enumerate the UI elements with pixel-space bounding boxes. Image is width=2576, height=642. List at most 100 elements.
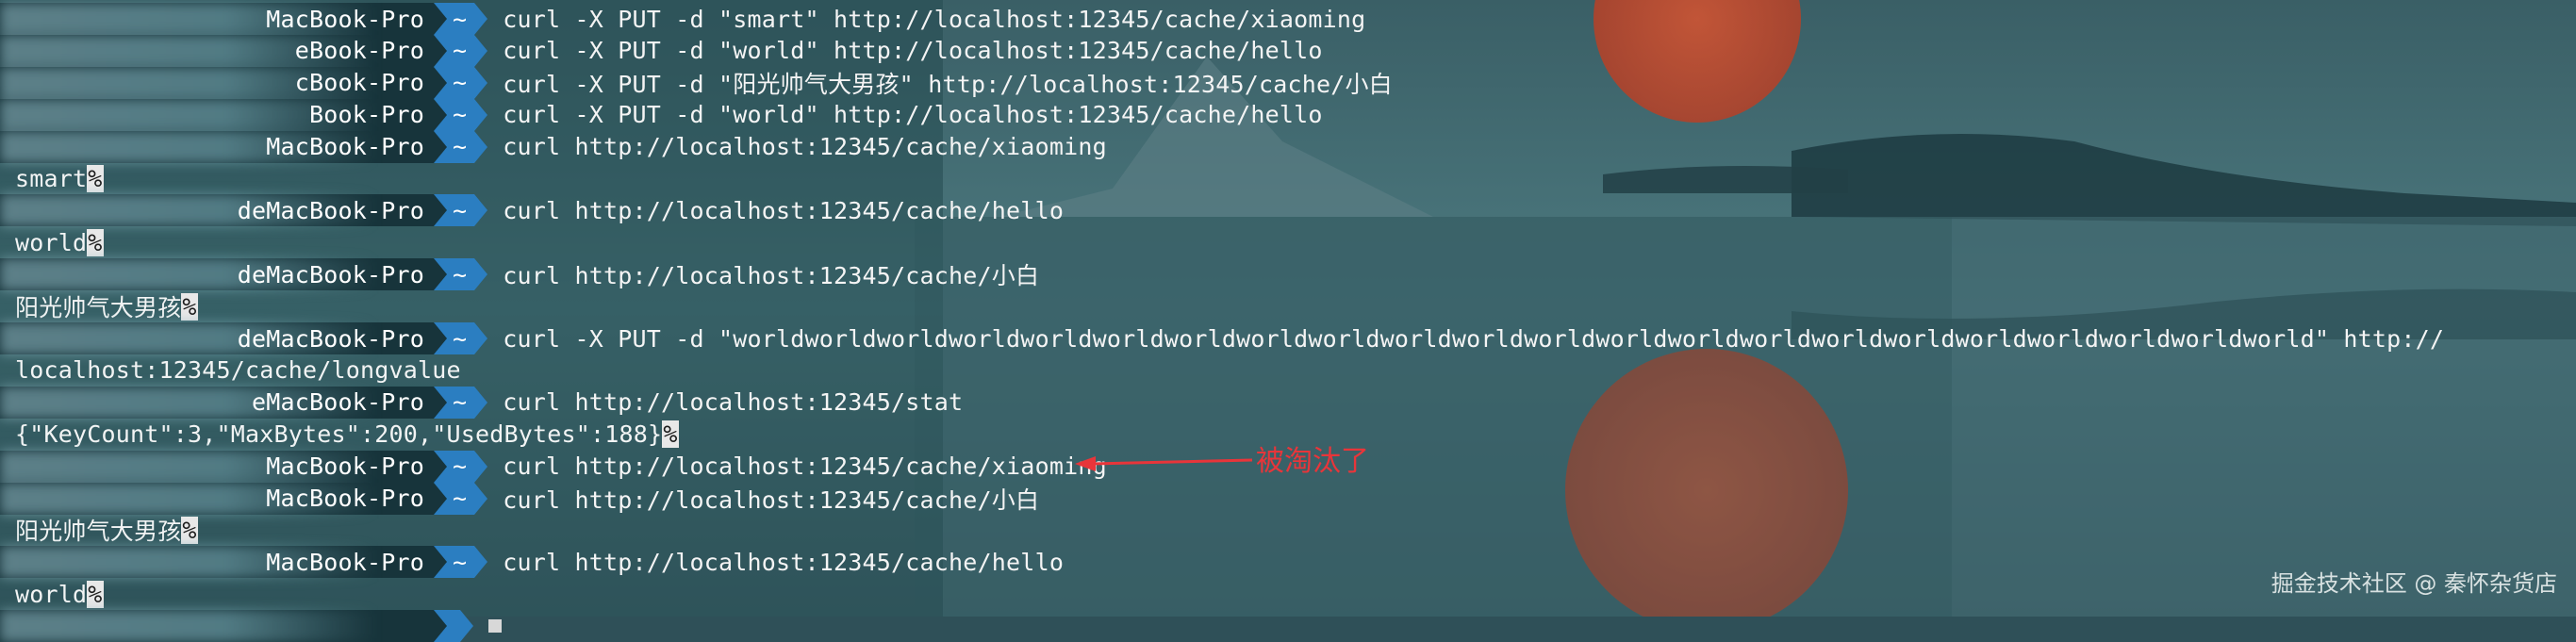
- prompt-directory: ~: [447, 3, 475, 35]
- prompt-line: Book-Pro ~ curl -X PUT -d "world" http://l…: [0, 98, 2576, 131]
- command-output: 阳光帅气大男孩: [15, 518, 182, 546]
- prompt-separator-icon: [434, 386, 447, 419]
- prompt-hostname: deMacBook-Pro: [0, 258, 434, 291]
- prompt-separator-icon: [434, 258, 447, 291]
- hostname-text: deMacBook-Pro: [237, 260, 424, 288]
- prompt-arrow-icon: [474, 386, 488, 419]
- prompt-separator-icon: [434, 66, 447, 99]
- no-newline-marker: %: [87, 228, 104, 256]
- prompt-hostname: Book-Pro: [0, 98, 434, 131]
- prompt-directory: ~: [447, 546, 475, 579]
- prompt-directory: ~: [447, 450, 475, 483]
- prompt-separator-icon: [434, 194, 447, 227]
- command-text: curl -X PUT -d "world" http://localhost:…: [503, 37, 1323, 65]
- prompt-hostname: cBook-Pro: [0, 66, 434, 99]
- command-text: curl http://localhost:12345/cache/hello: [503, 196, 1065, 224]
- prompt-hostname: eMacBook-Pro: [0, 386, 434, 419]
- prompt-hostname: MacBook-Pro: [0, 482, 434, 515]
- prompt-hostname: MacBook-Pro: [0, 3, 434, 35]
- prompt-separator-icon: [434, 322, 447, 354]
- output-line: 阳光帅气大男孩%: [0, 290, 2576, 322]
- terminal-cursor: [488, 619, 502, 634]
- output-line: smart%: [0, 163, 2576, 195]
- no-newline-marker: %: [181, 516, 198, 544]
- command-output: world: [15, 580, 88, 608]
- prompt-arrow-icon: [474, 66, 488, 99]
- prompt-arrow-icon: [474, 98, 488, 131]
- prompt-arrow-icon: [474, 546, 488, 579]
- prompt-directory: ~: [447, 34, 475, 67]
- prompt-separator-icon: [434, 98, 447, 131]
- hostname-text: eBook-Pro: [294, 37, 424, 65]
- hostname-text: cBook-Pro: [294, 69, 424, 97]
- command-output: 阳光帅气大男孩: [15, 294, 182, 322]
- no-newline-marker: %: [87, 165, 104, 192]
- prompt-hostname: eBook-Pro: [0, 34, 434, 67]
- prompt-directory: ~: [447, 194, 475, 227]
- hostname-text: MacBook-Pro: [266, 453, 424, 481]
- watermark: 掘金技术社区 @ 秦怀杂货店: [2271, 570, 2557, 597]
- prompt-directory: ~: [447, 322, 475, 354]
- prompt-hostname: deMacBook-Pro: [0, 194, 434, 227]
- command-text: curl http://localhost:12345/cache/hello: [503, 548, 1065, 576]
- prompt-separator-icon: [434, 610, 447, 642]
- hostname-text: deMacBook-Pro: [237, 196, 424, 224]
- prompt-line: MacBook-Pro ~ curl http://localhost:12345/…: [0, 130, 2576, 163]
- prompt-directory: ~: [447, 258, 475, 291]
- hostname-text: deMacBook-Pro: [237, 324, 424, 353]
- prompt-line: eBook-Pro ~ curl -X PUT -d "world" http://…: [0, 34, 2576, 67]
- prompt-separator-icon: [434, 3, 447, 35]
- command-text: curl http://localhost:12345/cache/xiaomi…: [503, 453, 1107, 481]
- annotation-label: 被淘汰了: [1256, 445, 1369, 478]
- command-output: {"KeyCount":3,"MaxBytes":200,"UsedBytes"…: [15, 420, 663, 449]
- prompt-arrow-icon: [474, 258, 488, 291]
- command-output: smart: [15, 165, 88, 192]
- command-output: localhost:12345/cache/longvalue: [15, 356, 461, 385]
- redacted-username: [0, 610, 377, 642]
- prompt-arrow-icon: [474, 130, 488, 163]
- prompt-arrow-icon: [460, 610, 473, 642]
- hostname-text: Book-Pro: [308, 101, 424, 129]
- terminal-output[interactable]: MacBook-Pro ~ curl -X PUT -d "smart" http:…: [0, 0, 2576, 642]
- prompt-separator-icon: [434, 130, 447, 163]
- prompt-line: [0, 610, 2576, 642]
- prompt-directory: ~: [447, 386, 475, 419]
- prompt-line: deMacBook-Pro ~ curl -X PUT -d "worldworld…: [0, 322, 2576, 354]
- prompt-line: deMacBook-Pro ~ curl http://localhost:1234…: [0, 194, 2576, 227]
- prompt-arrow-icon: [474, 194, 488, 227]
- command-text: curl http://localhost:12345/stat: [503, 388, 964, 417]
- prompt-hostname: MacBook-Pro: [0, 546, 434, 579]
- prompt-line: deMacBook-Pro ~ curl http://localhost:1234…: [0, 258, 2576, 291]
- prompt-line: MacBook-Pro ~ curl http://localhost:12345/…: [0, 546, 2576, 579]
- prompt-arrow-icon: [474, 322, 488, 354]
- output-line: localhost:12345/cache/longvalue: [0, 354, 2576, 387]
- prompt-separator-icon: [434, 34, 447, 67]
- prompt-arrow-icon: [474, 482, 488, 515]
- no-newline-marker: %: [181, 292, 198, 321]
- prompt-directory: [447, 610, 460, 642]
- command-text: curl -X PUT -d "world" http://localhost:…: [503, 101, 1323, 129]
- command-text: curl http://localhost:12345/cache/xiaomi…: [503, 133, 1107, 161]
- prompt-hostname: MacBook-Pro: [0, 130, 434, 163]
- annotation-arrow: [1075, 456, 1253, 471]
- command-text: curl http://localhost:12345/cache/小白: [503, 262, 1040, 290]
- prompt-directory: ~: [447, 66, 475, 99]
- prompt-separator-icon: [434, 546, 447, 579]
- prompt-arrow-icon: [474, 3, 488, 35]
- command-text: curl http://localhost:12345/cache/小白: [503, 486, 1040, 514]
- prompt-directory: ~: [447, 98, 475, 131]
- prompt-hostname: [0, 610, 434, 642]
- command-text: curl -X PUT -d "worldworldworldworldworl…: [503, 324, 2445, 353]
- prompt-separator-icon: [434, 450, 447, 483]
- prompt-hostname: deMacBook-Pro: [0, 322, 434, 354]
- prompt-hostname: MacBook-Pro: [0, 450, 434, 483]
- hostname-text: MacBook-Pro: [266, 548, 424, 576]
- output-line: 阳光帅气大男孩%: [0, 514, 2576, 546]
- prompt-arrow-icon: [474, 450, 488, 483]
- hostname-text: MacBook-Pro: [266, 485, 424, 512]
- hostname-text: eMacBook-Pro: [251, 388, 424, 417]
- prompt-directory: ~: [447, 130, 475, 163]
- hostname-text: MacBook-Pro: [266, 133, 424, 161]
- no-newline-marker: %: [87, 580, 104, 608]
- prompt-arrow-icon: [474, 34, 488, 67]
